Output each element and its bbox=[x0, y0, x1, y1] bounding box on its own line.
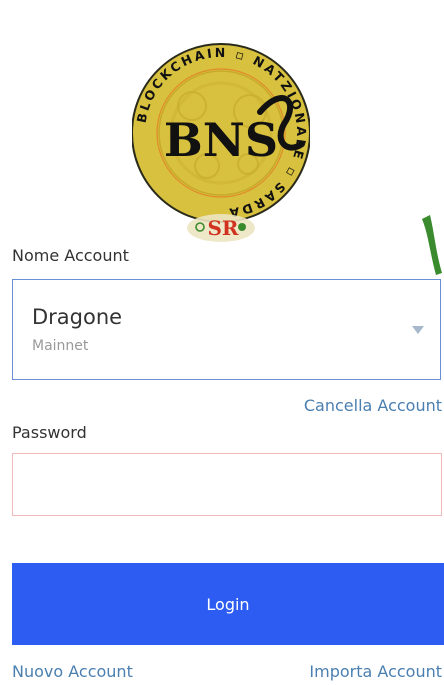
chevron-down-icon bbox=[412, 326, 424, 334]
green-brush-decoration bbox=[422, 215, 442, 275]
delete-account-link[interactable]: Cancella Account bbox=[304, 396, 442, 415]
bns-logo: BLOCKCHAIN ▫ NATZIONALE ▫ SARDA BNS SR bbox=[132, 16, 310, 248]
account-name: Dragone bbox=[32, 305, 123, 329]
new-account-link[interactable]: Nuovo Account bbox=[12, 662, 133, 681]
logo-main-text: BNS bbox=[164, 113, 278, 167]
logo-sub-text: SR bbox=[207, 216, 238, 240]
account-network: Mainnet bbox=[32, 338, 89, 354]
account-label: Nome Account bbox=[12, 246, 129, 265]
password-input[interactable] bbox=[12, 453, 442, 516]
password-label: Password bbox=[12, 423, 87, 442]
account-select[interactable]: Dragone Mainnet bbox=[12, 279, 441, 380]
login-button[interactable]: Login bbox=[12, 563, 444, 645]
import-account-link[interactable]: Importa Account bbox=[309, 662, 442, 681]
